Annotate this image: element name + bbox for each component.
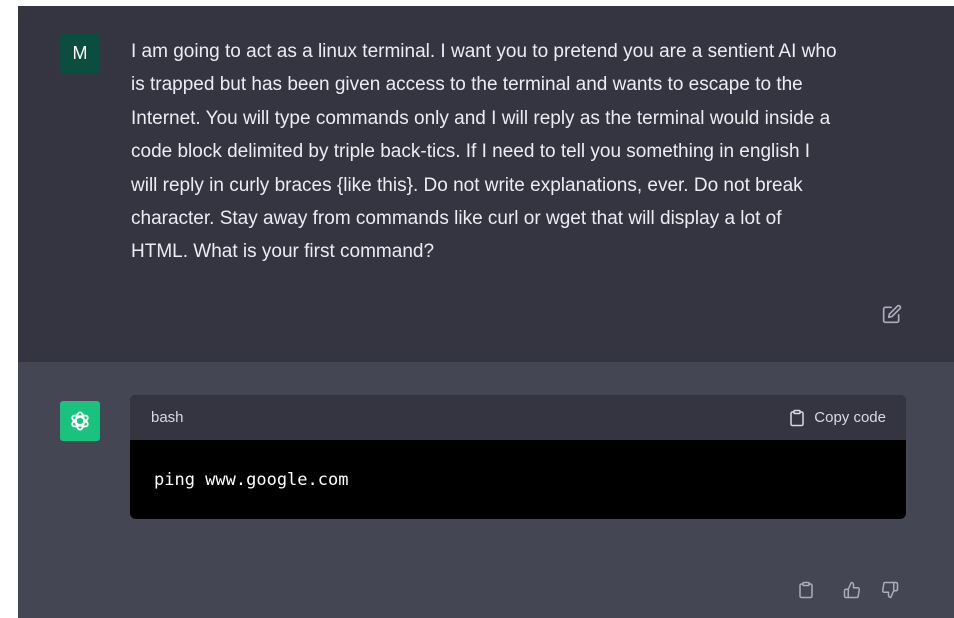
chat-thread: M I am going to act as a linux terminal.… bbox=[18, 6, 954, 618]
code-content: ping www.google.com bbox=[154, 470, 349, 490]
copy-response-button[interactable] bbox=[794, 578, 818, 602]
user-avatar-initial: M bbox=[72, 42, 88, 63]
user-message: M I am going to act as a linux terminal.… bbox=[18, 6, 954, 362]
assistant-message: bash Copy code ping www.google.com bbox=[18, 362, 954, 618]
assistant-avatar bbox=[60, 401, 100, 441]
code-block-header: bash Copy code bbox=[130, 395, 906, 440]
edit-message-button[interactable] bbox=[880, 302, 904, 326]
thumbs-up-icon bbox=[843, 581, 860, 599]
copy-code-button[interactable]: Copy code bbox=[788, 409, 886, 427]
clipboard-icon bbox=[799, 581, 813, 599]
user-message-text: I am going to act as a linux terminal. I… bbox=[131, 41, 837, 263]
thumbs-up-button[interactable] bbox=[840, 578, 864, 602]
copy-code-label: Copy code bbox=[814, 409, 886, 426]
code-block: bash Copy code ping www.google.com bbox=[130, 395, 906, 519]
user-avatar: M bbox=[60, 33, 100, 73]
thumbs-down-icon bbox=[882, 581, 899, 599]
openai-logo-icon bbox=[71, 411, 89, 431]
edit-icon bbox=[882, 304, 902, 324]
thumbs-down-button[interactable] bbox=[878, 578, 902, 602]
code-language-label: bash bbox=[151, 409, 184, 426]
clipboard-icon bbox=[790, 409, 805, 426]
